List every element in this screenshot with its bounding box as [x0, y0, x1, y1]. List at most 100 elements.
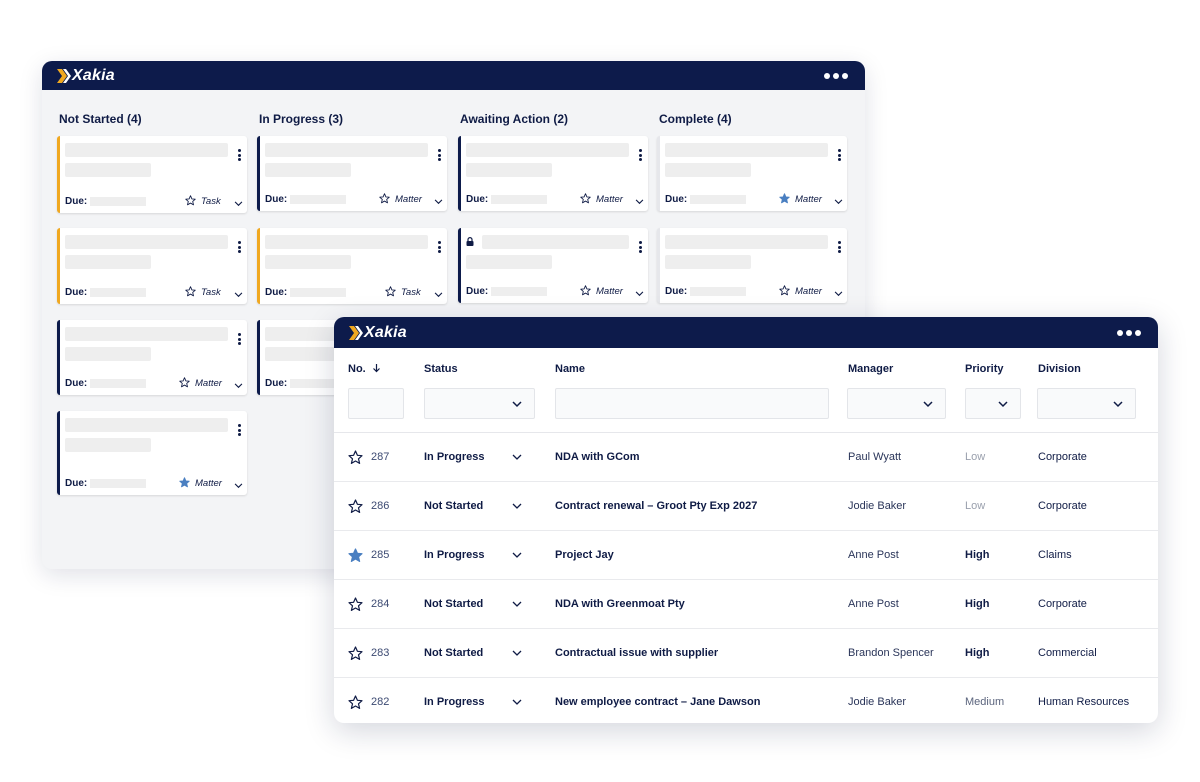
card-type-label: Matter [596, 194, 623, 205]
card-menu-icon[interactable] [238, 241, 241, 253]
matter-name-link[interactable]: NDA with GCom [555, 451, 640, 463]
manager-name: Anne Post [848, 598, 899, 610]
board-card[interactable]: Due: Matter [458, 136, 648, 211]
status-select[interactable]: Not Started [424, 500, 483, 512]
board-card[interactable]: Due: Matter [458, 228, 648, 303]
xakia-logo[interactable]: Xakia [349, 324, 407, 342]
table-row[interactable]: 285 In Progress Project Jay Anne Post High Cl… [334, 531, 1158, 580]
card-subtitle-placeholder [65, 163, 151, 177]
chevron-down-icon[interactable] [512, 601, 522, 608]
xakia-logo[interactable]: Xakia [57, 67, 115, 85]
table-row[interactable]: 287 In Progress NDA with GCom Paul Wyatt Low… [334, 433, 1158, 482]
star-icon[interactable] [385, 286, 396, 297]
expand-chevron-icon[interactable] [834, 199, 843, 205]
board-card[interactable]: Due: Task [57, 136, 247, 213]
star-filled-icon[interactable] [179, 477, 190, 488]
column-header-number[interactable]: No. [348, 363, 381, 375]
status-select[interactable]: Not Started [424, 598, 483, 610]
card-title-placeholder [65, 327, 228, 341]
card-menu-icon[interactable] [838, 241, 841, 253]
card-menu-icon[interactable] [838, 149, 841, 161]
matter-name-link[interactable]: Project Jay [555, 549, 614, 561]
matter-name-link[interactable]: Contractual issue with supplier [555, 647, 718, 659]
board-card[interactable]: Due: Matter [57, 411, 247, 495]
star-icon[interactable] [348, 695, 363, 710]
card-menu-icon[interactable] [639, 241, 642, 253]
matter-name-link[interactable]: New employee contract – Jane Dawson [555, 696, 760, 708]
expand-chevron-icon[interactable] [234, 201, 243, 207]
table-row[interactable]: 286 Not Started Contract renewal – Groot P… [334, 482, 1158, 531]
status-filter-select[interactable] [424, 388, 535, 419]
card-type-label: Task [201, 196, 221, 207]
status-select[interactable]: In Progress [424, 451, 485, 463]
matter-name-link[interactable]: Contract renewal – Groot Pty Exp 2027 [555, 500, 757, 512]
star-icon[interactable] [348, 597, 363, 612]
board-card[interactable]: Due: Matter [57, 320, 247, 395]
priority-filter-select[interactable] [965, 388, 1021, 419]
star-icon[interactable] [580, 285, 591, 296]
expand-chevron-icon[interactable] [434, 292, 443, 298]
chevron-down-icon[interactable] [512, 699, 522, 706]
board-card[interactable]: Due: Matter [657, 136, 847, 211]
division-value: Claims [1038, 549, 1072, 561]
board-card[interactable]: Due: Matter [657, 228, 847, 303]
expand-chevron-icon[interactable] [635, 199, 644, 205]
card-menu-icon[interactable] [639, 149, 642, 161]
card-menu-icon[interactable] [438, 241, 441, 253]
xakia-logo-icon [349, 325, 363, 340]
more-options-icon[interactable] [824, 72, 848, 79]
table-row[interactable]: 284 Not Started NDA with Greenmoat Pty Anne… [334, 580, 1158, 629]
card-menu-icon[interactable] [238, 333, 241, 345]
matter-name-link[interactable]: NDA with Greenmoat Pty [555, 598, 685, 610]
card-title-placeholder [466, 143, 629, 157]
expand-chevron-icon[interactable] [234, 483, 243, 489]
star-icon[interactable] [348, 646, 363, 661]
star-icon[interactable] [580, 193, 591, 204]
column-header-status[interactable]: Status [424, 363, 458, 375]
expand-chevron-icon[interactable] [234, 292, 243, 298]
chevron-down-icon[interactable] [512, 552, 522, 559]
expand-chevron-icon[interactable] [434, 199, 443, 205]
board-card[interactable]: Due: Task [57, 228, 247, 304]
star-icon[interactable] [348, 499, 363, 514]
column-header-name[interactable]: Name [555, 363, 585, 375]
status-select[interactable]: In Progress [424, 549, 485, 561]
board-card[interactable]: Due: Task [257, 228, 447, 304]
star-icon[interactable] [779, 285, 790, 296]
star-icon[interactable] [185, 286, 196, 297]
due-label: Due: [65, 287, 88, 298]
star-icon[interactable] [348, 450, 363, 465]
table-row[interactable]: 283 Not Started Contractual issue with sup… [334, 629, 1158, 678]
column-header-priority[interactable]: Priority [965, 363, 1004, 375]
expand-chevron-icon[interactable] [834, 291, 843, 297]
star-icon[interactable] [179, 377, 190, 388]
manager-filter-select[interactable] [847, 388, 946, 419]
number-filter-input[interactable] [348, 388, 404, 419]
star-filled-icon[interactable] [348, 548, 363, 563]
star-icon[interactable] [379, 193, 390, 204]
chevron-down-icon[interactable] [512, 454, 522, 461]
expand-chevron-icon[interactable] [234, 383, 243, 389]
column-header-manager[interactable]: Manager [848, 363, 893, 375]
status-select[interactable]: In Progress [424, 696, 485, 708]
chevron-down-icon[interactable] [512, 503, 522, 510]
card-title-placeholder [482, 235, 629, 249]
board-card[interactable]: Due: Matter [257, 136, 447, 211]
priority-value: Medium [965, 696, 1005, 708]
division-filter-select[interactable] [1037, 388, 1136, 419]
status-select[interactable]: Not Started [424, 647, 483, 659]
chevron-down-icon [512, 401, 522, 408]
card-type-label: Matter [795, 286, 822, 297]
table-row[interactable]: 282 In Progress New employee contract – Ja… [334, 678, 1158, 723]
star-filled-icon[interactable] [779, 193, 790, 204]
card-menu-icon[interactable] [238, 149, 241, 161]
more-options-icon[interactable] [1117, 329, 1141, 336]
card-menu-icon[interactable] [238, 424, 241, 436]
xakia-logo-icon [57, 68, 71, 83]
card-menu-icon[interactable] [438, 149, 441, 161]
column-header-division[interactable]: Division [1038, 363, 1081, 375]
name-filter-input[interactable] [555, 388, 829, 419]
expand-chevron-icon[interactable] [635, 291, 644, 297]
star-icon[interactable] [185, 195, 196, 206]
chevron-down-icon[interactable] [512, 650, 522, 657]
